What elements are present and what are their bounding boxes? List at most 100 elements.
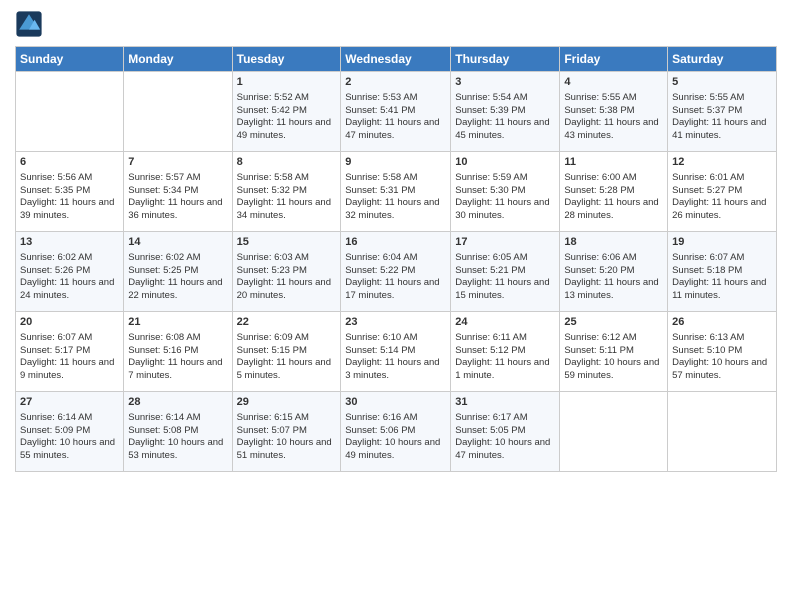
calendar-cell: 13Sunrise: 6:02 AMSunset: 5:26 PMDayligh… (16, 232, 124, 312)
day-info: Daylight: 11 hours and 36 minutes. (128, 197, 227, 223)
day-info: Sunset: 5:20 PM (564, 265, 663, 278)
day-info: Sunrise: 5:55 AM (672, 92, 772, 105)
day-number: 17 (455, 235, 555, 250)
day-number: 13 (20, 235, 119, 250)
day-info: Sunset: 5:39 PM (455, 105, 555, 118)
day-info: Sunset: 5:08 PM (128, 425, 227, 438)
calendar-cell (668, 392, 777, 472)
calendar-cell: 24Sunrise: 6:11 AMSunset: 5:12 PMDayligh… (451, 312, 560, 392)
logo-icon (15, 10, 43, 38)
day-info: Sunrise: 5:58 AM (345, 172, 446, 185)
day-info: Sunrise: 6:16 AM (345, 412, 446, 425)
calendar-week-row: 1Sunrise: 5:52 AMSunset: 5:42 PMDaylight… (16, 72, 777, 152)
day-info: Daylight: 11 hours and 22 minutes. (128, 277, 227, 303)
day-info: Sunset: 5:21 PM (455, 265, 555, 278)
day-info: Sunset: 5:10 PM (672, 345, 772, 358)
weekday-header-friday: Friday (560, 47, 668, 72)
weekday-header-tuesday: Tuesday (232, 47, 341, 72)
day-info: Sunset: 5:06 PM (345, 425, 446, 438)
day-info: Sunset: 5:11 PM (564, 345, 663, 358)
day-info: Daylight: 11 hours and 39 minutes. (20, 197, 119, 223)
day-info: Daylight: 11 hours and 32 minutes. (345, 197, 446, 223)
day-info: Sunrise: 5:52 AM (237, 92, 337, 105)
day-number: 2 (345, 75, 446, 90)
day-info: Daylight: 11 hours and 43 minutes. (564, 117, 663, 143)
calendar-week-row: 27Sunrise: 6:14 AMSunset: 5:09 PMDayligh… (16, 392, 777, 472)
day-info: Sunset: 5:14 PM (345, 345, 446, 358)
day-info: Sunrise: 5:54 AM (455, 92, 555, 105)
calendar-cell: 4Sunrise: 5:55 AMSunset: 5:38 PMDaylight… (560, 72, 668, 152)
calendar-cell: 7Sunrise: 5:57 AMSunset: 5:34 PMDaylight… (124, 152, 232, 232)
day-info: Daylight: 11 hours and 17 minutes. (345, 277, 446, 303)
day-info: Sunrise: 5:56 AM (20, 172, 119, 185)
day-info: Sunset: 5:17 PM (20, 345, 119, 358)
calendar-cell: 18Sunrise: 6:06 AMSunset: 5:20 PMDayligh… (560, 232, 668, 312)
weekday-header-wednesday: Wednesday (341, 47, 451, 72)
day-info: Daylight: 11 hours and 45 minutes. (455, 117, 555, 143)
header (15, 10, 777, 38)
day-number: 30 (345, 395, 446, 410)
day-info: Sunrise: 6:00 AM (564, 172, 663, 185)
calendar-cell: 19Sunrise: 6:07 AMSunset: 5:18 PMDayligh… (668, 232, 777, 312)
calendar-cell: 23Sunrise: 6:10 AMSunset: 5:14 PMDayligh… (341, 312, 451, 392)
day-info: Sunrise: 6:10 AM (345, 332, 446, 345)
day-info: Daylight: 10 hours and 51 minutes. (237, 437, 337, 463)
day-info: Daylight: 11 hours and 11 minutes. (672, 277, 772, 303)
day-info: Sunset: 5:37 PM (672, 105, 772, 118)
day-info: Sunrise: 6:17 AM (455, 412, 555, 425)
day-info: Sunrise: 6:09 AM (237, 332, 337, 345)
day-info: Daylight: 11 hours and 24 minutes. (20, 277, 119, 303)
day-info: Daylight: 11 hours and 41 minutes. (672, 117, 772, 143)
day-number: 22 (237, 315, 337, 330)
calendar-cell (16, 72, 124, 152)
calendar-cell: 5 Sunrise: 5:55 AMSunset: 5:37 PMDaylight… (668, 72, 777, 152)
day-info: Sunrise: 5:59 AM (455, 172, 555, 185)
calendar-cell: 29Sunrise: 6:15 AMSunset: 5:07 PMDayligh… (232, 392, 341, 472)
day-info: Sunrise: 5:58 AM (237, 172, 337, 185)
weekday-header-thursday: Thursday (451, 47, 560, 72)
day-info: Sunset: 5:05 PM (455, 425, 555, 438)
day-info: Daylight: 11 hours and 13 minutes. (564, 277, 663, 303)
day-info: Daylight: 11 hours and 1 minute. (455, 357, 555, 383)
day-info: Sunset: 5:27 PM (672, 185, 772, 198)
day-info: Sunset: 5:38 PM (564, 105, 663, 118)
day-number: 7 (128, 155, 227, 170)
calendar-cell: 14Sunrise: 6:02 AMSunset: 5:25 PMDayligh… (124, 232, 232, 312)
day-info: Sunrise: 6:02 AM (128, 252, 227, 265)
day-info: Sunrise: 6:11 AM (455, 332, 555, 345)
day-info: Sunrise: 6:12 AM (564, 332, 663, 345)
day-info: Sunset: 5:15 PM (237, 345, 337, 358)
day-number: 8 (237, 155, 337, 170)
day-info: Sunset: 5:28 PM (564, 185, 663, 198)
day-number: 15 (237, 235, 337, 250)
day-info: Sunset: 5:30 PM (455, 185, 555, 198)
day-number: 12 (672, 155, 772, 170)
day-info: Sunset: 5:09 PM (20, 425, 119, 438)
calendar-cell (560, 392, 668, 472)
day-number: 5 (672, 75, 772, 90)
day-info: Sunrise: 6:05 AM (455, 252, 555, 265)
day-info: Sunrise: 6:03 AM (237, 252, 337, 265)
day-info: Daylight: 11 hours and 30 minutes. (455, 197, 555, 223)
day-number: 4 (564, 75, 663, 90)
calendar-cell: 28Sunrise: 6:14 AMSunset: 5:08 PMDayligh… (124, 392, 232, 472)
day-info: Sunset: 5:25 PM (128, 265, 227, 278)
calendar-cell: 21Sunrise: 6:08 AMSunset: 5:16 PMDayligh… (124, 312, 232, 392)
day-info: Sunrise: 6:02 AM (20, 252, 119, 265)
day-number: 31 (455, 395, 555, 410)
day-info: Sunrise: 6:07 AM (672, 252, 772, 265)
day-info: Sunset: 5:32 PM (237, 185, 337, 198)
logo-area (15, 10, 45, 38)
day-number: 19 (672, 235, 772, 250)
day-number: 23 (345, 315, 446, 330)
day-info: Sunrise: 6:07 AM (20, 332, 119, 345)
day-info: Daylight: 11 hours and 34 minutes. (237, 197, 337, 223)
calendar-week-row: 6Sunrise: 5:56 AMSunset: 5:35 PMDaylight… (16, 152, 777, 232)
day-info: Sunset: 5:22 PM (345, 265, 446, 278)
day-info: Sunrise: 6:13 AM (672, 332, 772, 345)
day-number: 3 (455, 75, 555, 90)
calendar-cell: 3 Sunrise: 5:54 AMSunset: 5:39 PMDaylight… (451, 72, 560, 152)
calendar-cell: 15Sunrise: 6:03 AMSunset: 5:23 PMDayligh… (232, 232, 341, 312)
weekday-header-saturday: Saturday (668, 47, 777, 72)
calendar-week-row: 13Sunrise: 6:02 AMSunset: 5:26 PMDayligh… (16, 232, 777, 312)
